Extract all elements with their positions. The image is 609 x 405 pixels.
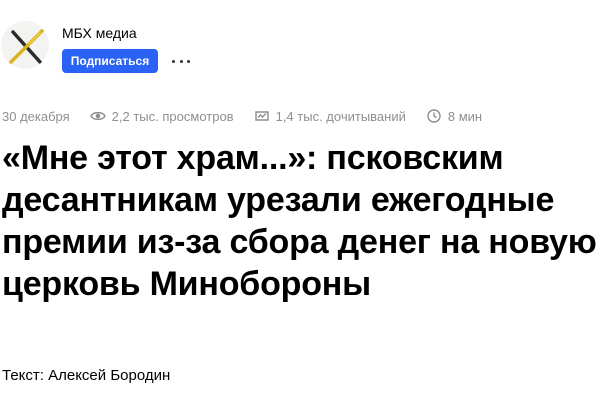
subscribe-button[interactable]: Подписаться — [62, 49, 158, 73]
article-title: «Мне этот храм...»: псковским десантника… — [2, 139, 597, 303]
reads-count: 1,4 тыс. дочитываний — [254, 108, 406, 124]
article-author: Текст: Алексей Бородин — [2, 367, 171, 384]
eye-icon — [89, 108, 106, 124]
more-dot — [172, 59, 175, 63]
reads-label: 1,4 тыс. дочитываний — [275, 108, 406, 124]
views-label: 2,2 тыс. просмотров — [111, 108, 234, 124]
ellipsis-icon[interactable] — [170, 51, 192, 71]
more-dot — [179, 59, 183, 63]
channel-name[interactable]: МБХ медиа — [62, 25, 137, 41]
channel-header: МБХ медиа Подписаться — [0, 0, 609, 95]
clock-icon — [426, 108, 442, 124]
more-dot — [187, 59, 190, 63]
views-count: 2,2 тыс. просмотров — [89, 108, 234, 124]
read-time: 8 мин — [426, 108, 482, 124]
publish-date: 30 декабря — [2, 108, 70, 124]
reads-icon — [254, 108, 270, 124]
mbh-logo-icon — [9, 29, 44, 64]
channel-avatar[interactable] — [1, 21, 49, 69]
article-meta: 30 декабря 2,2 тыс. просмотров 1,4 тыс. … — [2, 107, 482, 125]
read-time-label: 8 мин — [447, 108, 483, 124]
